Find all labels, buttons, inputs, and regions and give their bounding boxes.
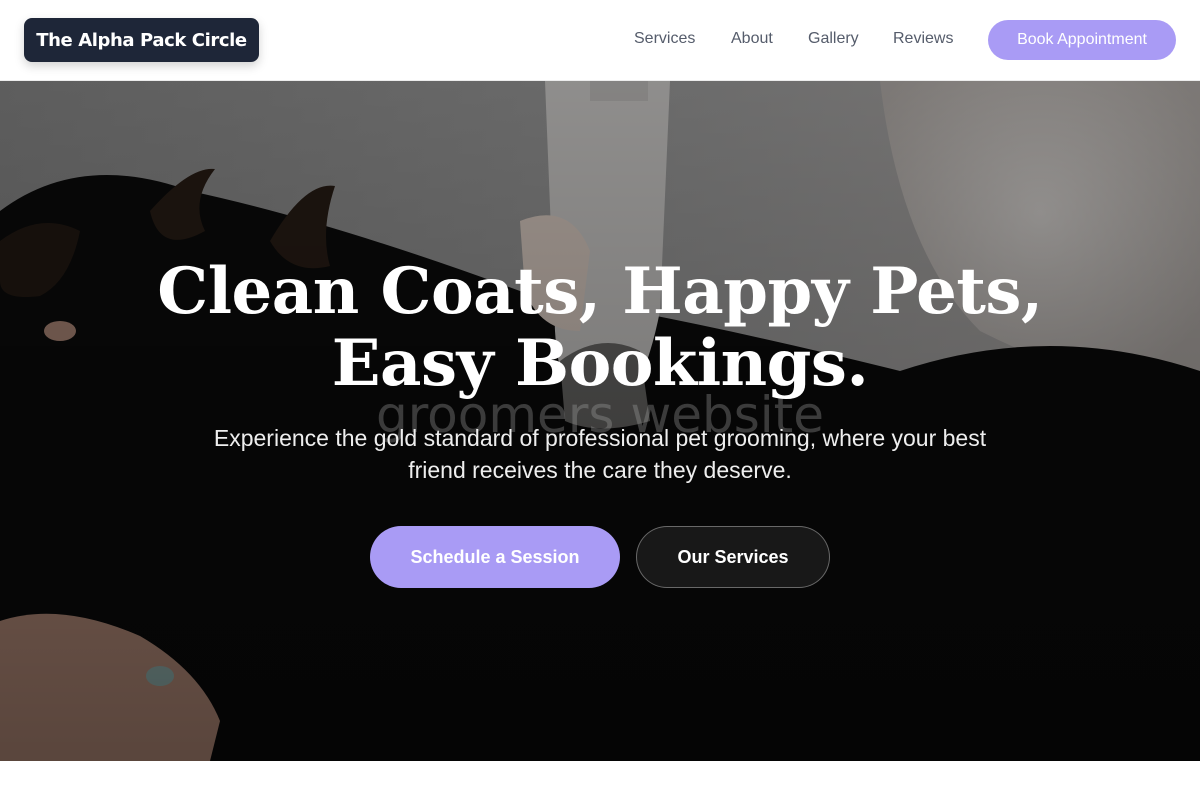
site-header: The Alpha Pack Circle Services About Gal… (0, 0, 1200, 81)
headline-line-2: Easy Bookings. (331, 326, 869, 401)
hero-section: groomers website Clean Coats, Happy Pets… (0, 81, 1200, 761)
schedule-session-button[interactable]: Schedule a Session (370, 526, 620, 588)
hero-headline: Clean Coats, Happy Pets, Easy Bookings. (100, 256, 1100, 400)
nav-link-services[interactable]: Services (634, 30, 695, 48)
nav-link-gallery[interactable]: Gallery (808, 30, 859, 48)
headline-line-1: Clean Coats, Happy Pets, (157, 254, 1043, 329)
nav-link-reviews[interactable]: Reviews (893, 30, 953, 48)
our-services-button[interactable]: Our Services (636, 526, 830, 588)
hero-subtext: Experience the gold standard of professi… (213, 425, 987, 483)
book-appointment-button[interactable]: Book Appointment (988, 20, 1176, 60)
nav-link-about[interactable]: About (731, 30, 773, 48)
